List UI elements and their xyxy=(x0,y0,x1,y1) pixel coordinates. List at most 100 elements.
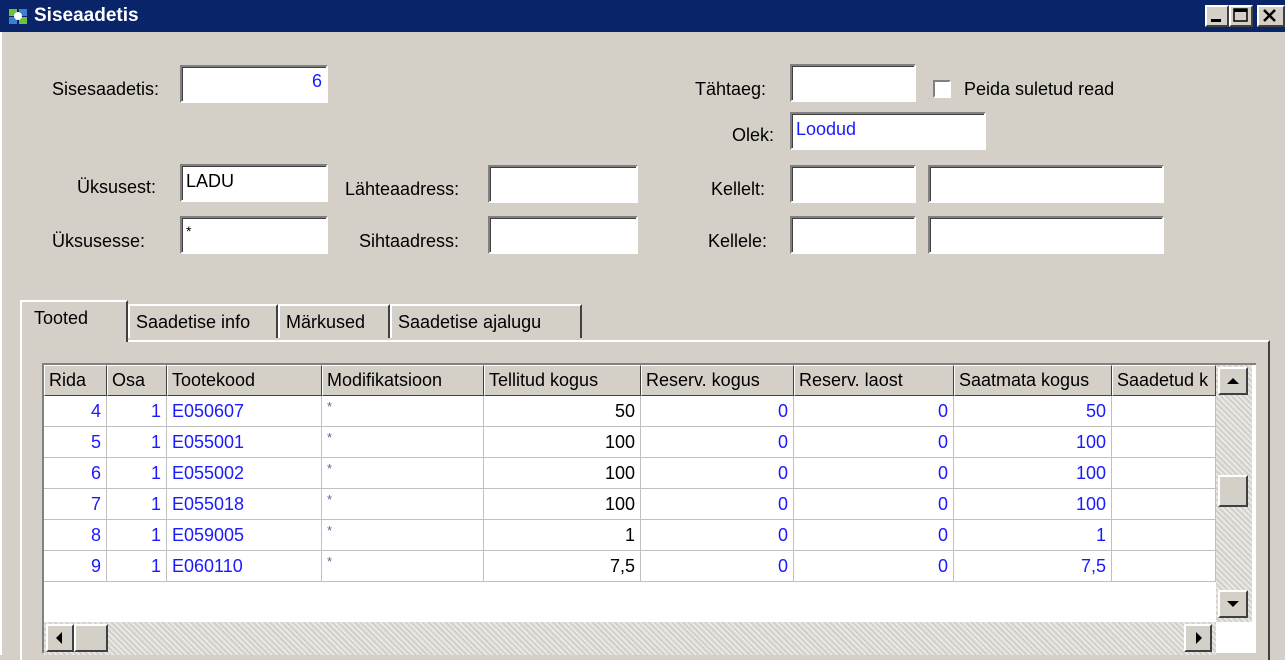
cell-modifikatsioon[interactable]: * xyxy=(322,458,484,488)
cell-tootekood[interactable]: E050607 xyxy=(167,396,322,426)
cell-rida[interactable]: 7 xyxy=(44,489,107,519)
tahtaeg-field[interactable] xyxy=(790,64,916,102)
cell-saatmata-kogus[interactable]: 1 xyxy=(954,520,1112,550)
sihtaadress-field[interactable] xyxy=(488,216,638,254)
cell-saadetud-kogus[interactable] xyxy=(1112,489,1216,519)
title-bar[interactable]: Siseaadetis xyxy=(0,0,1285,32)
lahteaadress-field[interactable] xyxy=(488,165,638,203)
cell-tellitud-kogus[interactable]: 100 xyxy=(484,489,641,519)
cell-saadetud-kogus[interactable] xyxy=(1112,458,1216,488)
cell-modifikatsioon[interactable]: * xyxy=(322,489,484,519)
cell-tellitud-kogus[interactable]: 100 xyxy=(484,458,641,488)
cell-modifikatsioon[interactable]: * xyxy=(322,427,484,457)
scroll-up-button[interactable] xyxy=(1218,367,1248,395)
maximize-button[interactable] xyxy=(1229,5,1253,27)
cell-osa[interactable]: 1 xyxy=(107,396,167,426)
cell-tellitud-kogus[interactable]: 50 xyxy=(484,396,641,426)
cell-rida[interactable]: 6 xyxy=(44,458,107,488)
scroll-left-button[interactable] xyxy=(46,624,74,652)
cell-saatmata-kogus[interactable]: 100 xyxy=(954,427,1112,457)
cell-modifikatsioon[interactable]: * xyxy=(322,520,484,550)
cell-tootekood[interactable]: E055001 xyxy=(167,427,322,457)
column-header-modifikatsioon[interactable]: Modifikatsioon xyxy=(322,365,484,396)
tab-saadetise-info[interactable]: Saadetise info xyxy=(128,304,278,338)
cell-saatmata-kogus[interactable]: 100 xyxy=(954,489,1112,519)
cell-reserv-laost[interactable]: 0 xyxy=(794,427,954,457)
table-row[interactable]: 4 1 E050607 * 50 0 0 50 xyxy=(44,396,1216,427)
cell-tootekood[interactable]: E055002 xyxy=(167,458,322,488)
cell-rida[interactable]: 4 xyxy=(44,396,107,426)
column-header-tellitud-kogus[interactable]: Tellitud kogus xyxy=(484,365,641,396)
column-header-saatmata-kogus[interactable]: Saatmata kogus xyxy=(954,365,1112,396)
cell-osa[interactable]: 1 xyxy=(107,458,167,488)
cell-tootekood[interactable]: E060110 xyxy=(167,551,322,581)
column-header-reserv-kogus[interactable]: Reserv. kogus xyxy=(641,365,794,396)
cell-osa[interactable]: 1 xyxy=(107,551,167,581)
close-button[interactable] xyxy=(1257,5,1285,27)
cell-tootekood[interactable]: E055018 xyxy=(167,489,322,519)
products-grid[interactable]: Rida Osa Tootekood Modifikatsioon Tellit… xyxy=(42,363,1256,655)
column-header-reserv-laost[interactable]: Reserv. laost xyxy=(794,365,954,396)
cell-saatmata-kogus[interactable]: 100 xyxy=(954,458,1112,488)
cell-reserv-kogus[interactable]: 0 xyxy=(641,489,794,519)
tab-saadetise-ajalugu[interactable]: Saadetise ajalugu xyxy=(390,304,582,338)
cell-rida[interactable]: 5 xyxy=(44,427,107,457)
horizontal-scroll-thumb[interactable] xyxy=(74,624,108,652)
scroll-right-button[interactable] xyxy=(1184,624,1212,652)
cell-reserv-laost[interactable]: 0 xyxy=(794,551,954,581)
cell-reserv-laost[interactable]: 0 xyxy=(794,489,954,519)
kellelt-field-1[interactable] xyxy=(790,165,916,203)
table-row[interactable]: 6 1 E055002 * 100 0 0 100 xyxy=(44,458,1216,489)
cell-osa[interactable]: 1 xyxy=(107,520,167,550)
cell-saadetud-kogus[interactable] xyxy=(1112,396,1216,426)
cell-reserv-laost[interactable]: 0 xyxy=(794,396,954,426)
table-row[interactable]: 8 1 E059005 * 1 0 0 1 xyxy=(44,520,1216,551)
cell-reserv-kogus[interactable]: 0 xyxy=(641,551,794,581)
cell-tellitud-kogus[interactable]: 100 xyxy=(484,427,641,457)
cell-saadetud-kogus[interactable] xyxy=(1112,551,1216,581)
vertical-scrollbar[interactable] xyxy=(1216,365,1252,622)
column-header-tootekood[interactable]: Tootekood xyxy=(167,365,322,396)
horizontal-scrollbar[interactable] xyxy=(44,622,1216,655)
cell-tootekood[interactable]: E059005 xyxy=(167,520,322,550)
cell-saadetud-kogus[interactable] xyxy=(1112,520,1216,550)
cell-reserv-kogus[interactable]: 0 xyxy=(641,520,794,550)
tab-tooted[interactable]: Tooted xyxy=(20,300,128,342)
uksusest-field[interactable]: LADU xyxy=(180,164,328,202)
cell-tellitud-kogus[interactable]: 1 xyxy=(484,520,641,550)
cell-reserv-kogus[interactable]: 0 xyxy=(641,396,794,426)
cell-saadetud-kogus[interactable] xyxy=(1112,427,1216,457)
cell-saatmata-kogus[interactable]: 50 xyxy=(954,396,1112,426)
sisesaadetis-field[interactable]: 6 xyxy=(180,65,328,103)
table-row[interactable]: 7 1 E055018 * 100 0 0 100 xyxy=(44,489,1216,520)
kellele-field-1[interactable] xyxy=(790,216,916,254)
olek-field[interactable]: Loodud xyxy=(790,112,986,150)
column-header-osa[interactable]: Osa xyxy=(107,365,167,396)
lahteaadress-label: Lähteaadress: xyxy=(345,179,460,199)
cell-reserv-laost[interactable]: 0 xyxy=(794,520,954,550)
kellele-field-2[interactable] xyxy=(928,216,1164,254)
cell-modifikatsioon[interactable]: * xyxy=(322,396,484,426)
table-row[interactable]: 9 1 E060110 * 7,5 0 0 7,5 xyxy=(44,551,1216,582)
cell-osa[interactable]: 1 xyxy=(107,427,167,457)
uksusesse-field[interactable]: * xyxy=(180,216,328,254)
scroll-down-button[interactable] xyxy=(1218,590,1248,618)
cell-rida[interactable]: 9 xyxy=(44,551,107,581)
cell-osa[interactable]: 1 xyxy=(107,489,167,519)
close-icon xyxy=(1263,9,1276,22)
cell-reserv-kogus[interactable]: 0 xyxy=(641,427,794,457)
cell-rida[interactable]: 8 xyxy=(44,520,107,550)
table-row[interactable]: 5 1 E055001 * 100 0 0 100 xyxy=(44,427,1216,458)
minimize-button[interactable] xyxy=(1205,5,1229,27)
cell-reserv-laost[interactable]: 0 xyxy=(794,458,954,488)
cell-reserv-kogus[interactable]: 0 xyxy=(641,458,794,488)
column-header-rida[interactable]: Rida xyxy=(44,365,107,396)
column-header-saadetud-kogus[interactable]: Saadetud k xyxy=(1112,365,1216,396)
tab-markused[interactable]: Märkused xyxy=(278,304,390,338)
peida-suletud-checkbox[interactable] xyxy=(933,80,951,98)
cell-tellitud-kogus[interactable]: 7,5 xyxy=(484,551,641,581)
cell-saatmata-kogus[interactable]: 7,5 xyxy=(954,551,1112,581)
cell-modifikatsioon[interactable]: * xyxy=(322,551,484,581)
vertical-scroll-thumb[interactable] xyxy=(1218,475,1248,507)
kellelt-field-2[interactable] xyxy=(928,165,1164,203)
